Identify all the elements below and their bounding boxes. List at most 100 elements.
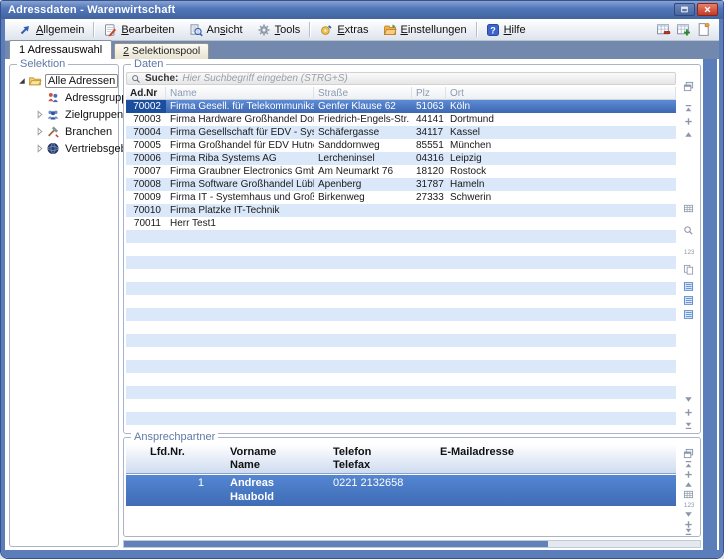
table-row-empty[interactable] bbox=[126, 425, 676, 430]
table-row-empty[interactable] bbox=[126, 308, 676, 321]
table-row[interactable]: 70006Firma Riba Systems AGLercheninsel04… bbox=[126, 152, 676, 165]
tree-collapsed-icon[interactable] bbox=[34, 143, 45, 154]
column-header-ort[interactable]: Ort bbox=[446, 87, 676, 100]
table-row[interactable]: 70011Herr Test1 bbox=[126, 217, 676, 230]
tree-expanded-icon[interactable] bbox=[16, 75, 27, 86]
search-bar[interactable]: Suche: Hier Suchbegriff eingeben (STRG+S… bbox=[126, 72, 676, 85]
contact-row[interactable]: 1 Andreas Haubold 0221 2132658 bbox=[126, 475, 676, 506]
count-icon[interactable]: 123 bbox=[683, 246, 694, 257]
arrow-ne-icon bbox=[18, 23, 32, 37]
add-icon[interactable] bbox=[683, 116, 694, 127]
table-row-empty[interactable] bbox=[126, 360, 676, 373]
menu-item-allgemein[interactable]: Allgemein bbox=[11, 19, 91, 40]
cell bbox=[166, 269, 314, 282]
nav-prev-icon[interactable] bbox=[683, 129, 694, 140]
nav-last-icon[interactable] bbox=[683, 526, 694, 537]
table-row-empty[interactable] bbox=[126, 412, 676, 425]
nav-next-icon[interactable] bbox=[683, 394, 694, 405]
table-row-empty[interactable] bbox=[126, 373, 676, 386]
copy-icon[interactable] bbox=[683, 264, 694, 275]
table-row[interactable]: 70008Firma Software Großhandel Lübke AGA… bbox=[126, 178, 676, 191]
table-row-empty[interactable] bbox=[126, 243, 676, 256]
table-row-empty[interactable] bbox=[126, 386, 676, 399]
tree-collapsed-icon[interactable] bbox=[34, 126, 45, 137]
contacts-header: Lfd.Nr. Vorname Name Telefon Telefax E-M… bbox=[126, 444, 676, 474]
new-page-icon[interactable] bbox=[696, 22, 711, 37]
table-insert-icon[interactable] bbox=[676, 22, 691, 37]
list-view-icon[interactable] bbox=[683, 309, 694, 320]
column-header-name: Name bbox=[230, 459, 260, 471]
menu-item-einstellungen[interactable]: Einstellungen bbox=[376, 19, 474, 40]
cell: Firma Großhandel für EDV Hutner bbox=[166, 139, 314, 152]
restore-button[interactable] bbox=[674, 3, 695, 16]
column-header-straße[interactable]: Straße bbox=[314, 87, 412, 100]
table-row[interactable]: 70004Firma Gesellschaft für EDV - System… bbox=[126, 126, 676, 139]
tree-item-zielgruppen[interactable]: Zielgruppen bbox=[10, 106, 118, 123]
menu-item-ansicht[interactable]: Ansicht bbox=[182, 19, 250, 40]
table-row[interactable]: 70010Firma Platzke IT-Technik bbox=[126, 204, 676, 217]
tree-item-label: Branchen bbox=[63, 126, 114, 138]
table-row[interactable]: 70003Firma Hardware Großhandel DortmundF… bbox=[126, 113, 676, 126]
column-header-ad-nr[interactable]: Ad.Nr bbox=[126, 87, 166, 100]
table-row-empty[interactable] bbox=[126, 282, 676, 295]
table-row-empty[interactable] bbox=[126, 334, 676, 347]
app-window: Adressdaten - Warenwirtschaft AllgemeinB… bbox=[0, 0, 724, 559]
list-view-icon[interactable] bbox=[683, 281, 694, 292]
tree-item-adressgruppen[interactable]: Adressgruppen bbox=[10, 89, 118, 106]
table-row-empty[interactable] bbox=[126, 399, 676, 412]
table-row[interactable]: 70007Firma Graubner Electronics GmbHAm N… bbox=[126, 165, 676, 178]
column-header-plz[interactable]: Plz bbox=[412, 87, 446, 100]
cell bbox=[446, 269, 676, 282]
window-copy-icon[interactable] bbox=[683, 448, 694, 459]
menu-item-tools[interactable]: Tools bbox=[250, 19, 308, 40]
cell bbox=[314, 243, 412, 256]
table-row-empty[interactable] bbox=[126, 230, 676, 243]
tree-item-vertriebsgebiete[interactable]: Vertriebsgebiete bbox=[10, 140, 118, 157]
table-remove-icon[interactable] bbox=[656, 22, 671, 37]
tree-collapsed-icon[interactable] bbox=[34, 109, 45, 120]
table-row-empty[interactable] bbox=[126, 347, 676, 360]
cell bbox=[446, 204, 676, 217]
table-row-empty[interactable] bbox=[126, 295, 676, 308]
cell bbox=[126, 256, 166, 269]
nav-last-icon[interactable] bbox=[683, 420, 694, 431]
tree-item-label: Zielgruppen bbox=[63, 109, 125, 121]
cell: 27333 bbox=[412, 191, 446, 204]
cell bbox=[166, 412, 314, 425]
table-row-empty[interactable] bbox=[126, 321, 676, 334]
horizontal-scrollbar-thumb[interactable] bbox=[124, 541, 548, 547]
menu-item-extras[interactable]: Extras bbox=[312, 19, 375, 40]
magnifier-icon[interactable] bbox=[683, 225, 694, 236]
cell bbox=[126, 425, 166, 430]
column-header-label: Name bbox=[170, 88, 197, 99]
column-header-label: Ort bbox=[450, 88, 464, 99]
column-header-vorname: Vorname bbox=[230, 446, 276, 458]
table-row-empty[interactable] bbox=[126, 269, 676, 282]
grid-icon[interactable] bbox=[683, 203, 694, 214]
cell bbox=[166, 256, 314, 269]
tab-selektionspool[interactable]: 2 Selektionspool bbox=[114, 43, 209, 59]
table-row[interactable]: 70009Firma IT - Systemhaus und Großhande… bbox=[126, 191, 676, 204]
list-view-icon[interactable] bbox=[683, 295, 694, 306]
search-label: Suche: bbox=[145, 73, 178, 84]
cell: Rostock bbox=[446, 165, 676, 178]
window-copy-icon[interactable] bbox=[683, 81, 694, 92]
vertical-scrollbar[interactable] bbox=[703, 59, 717, 550]
cell bbox=[314, 295, 412, 308]
cell bbox=[314, 282, 412, 295]
menu-item-hilfe[interactable]: ?Hilfe bbox=[479, 19, 533, 40]
nav-first-icon[interactable] bbox=[683, 103, 694, 114]
tab-adressauswahl[interactable]: 1 Adressauswahl bbox=[9, 40, 112, 59]
column-header-name[interactable]: Name bbox=[166, 87, 314, 100]
tree-item-alle-adressen[interactable]: Alle Adressen bbox=[10, 72, 118, 89]
window-controls bbox=[674, 3, 718, 16]
table-row[interactable]: 70005Firma Großhandel für EDV HutnerSand… bbox=[126, 139, 676, 152]
tree-item-branchen[interactable]: Branchen bbox=[10, 123, 118, 140]
table-row[interactable]: 70002Firma Gesell. für Telekommunikation… bbox=[126, 100, 676, 113]
add-icon[interactable] bbox=[683, 407, 694, 418]
menu-item-bearbeiten[interactable]: Bearbeiten bbox=[96, 19, 181, 40]
horizontal-scrollbar[interactable] bbox=[123, 540, 701, 548]
table-row-empty[interactable] bbox=[126, 256, 676, 269]
cell bbox=[446, 425, 676, 430]
close-button[interactable] bbox=[697, 3, 718, 16]
